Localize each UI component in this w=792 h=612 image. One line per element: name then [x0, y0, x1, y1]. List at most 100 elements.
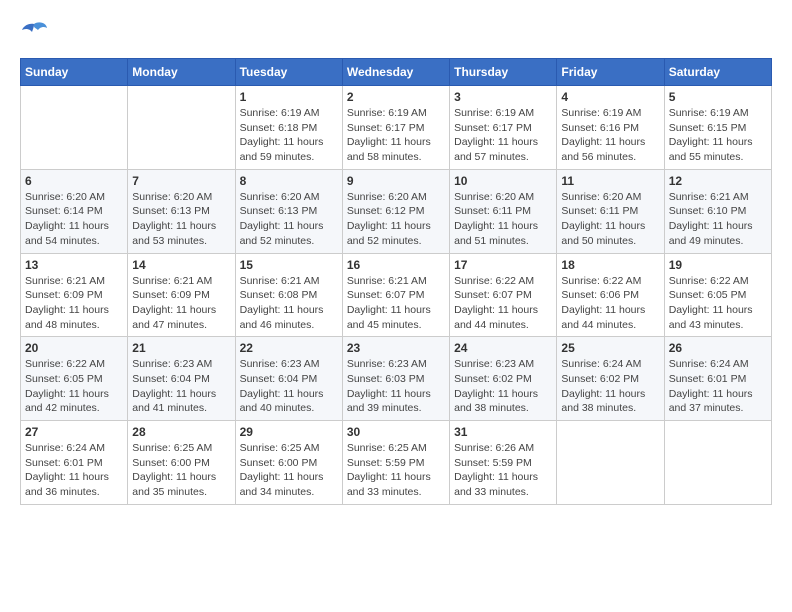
calendar-cell: 19Sunrise: 6:22 AMSunset: 6:05 PMDayligh… — [664, 253, 771, 337]
day-info: Sunrise: 6:25 AMSunset: 6:00 PMDaylight:… — [132, 441, 230, 500]
day-number: 16 — [347, 258, 445, 272]
calendar-cell: 30 Sunrise: 6:25 AMSunset: 5:59 PMDayligh… — [342, 421, 449, 505]
weekday-header: Thursday — [450, 59, 557, 86]
day-number: 27 — [25, 425, 123, 439]
day-info: Sunrise: 6:19 AMSunset: 6:15 PMDaylight:… — [669, 106, 767, 165]
calendar-table: SundayMondayTuesdayWednesdayThursdayFrid… — [20, 58, 772, 505]
calendar-cell: 11 Sunrise: 6:20 AMSunset: 6:11 PMDayligh… — [557, 169, 664, 253]
calendar-cell: 7 Sunrise: 6:20 AMSunset: 6:13 PMDaylight… — [128, 169, 235, 253]
calendar-week-row: 6 Sunrise: 6:20 AMSunset: 6:14 PMDaylight… — [21, 169, 772, 253]
day-info: Sunrise: 6:26 AMSunset: 5:59 PMDaylight:… — [454, 441, 552, 500]
weekday-header: Wednesday — [342, 59, 449, 86]
calendar-cell: 26Sunrise: 6:24 AMSunset: 6:01 PMDayligh… — [664, 337, 771, 421]
calendar-cell: 22 Sunrise: 6:23 AMSunset: 6:04 PMDayligh… — [235, 337, 342, 421]
day-info: Sunrise: 6:23 AMSunset: 6:02 PMDaylight:… — [454, 357, 552, 416]
calendar-header-row: SundayMondayTuesdayWednesdayThursdayFrid… — [21, 59, 772, 86]
calendar-cell: 24 Sunrise: 6:23 AMSunset: 6:02 PMDayligh… — [450, 337, 557, 421]
page-header — [20, 20, 772, 42]
calendar-cell: 28 Sunrise: 6:25 AMSunset: 6:00 PMDayligh… — [128, 421, 235, 505]
calendar-cell — [557, 421, 664, 505]
day-number: 21 — [132, 341, 230, 355]
calendar-cell: 27 Sunrise: 6:24 AMSunset: 6:01 PMDayligh… — [21, 421, 128, 505]
day-info: Sunrise: 6:23 AMSunset: 6:03 PMDaylight:… — [347, 357, 445, 416]
calendar-cell: 8 Sunrise: 6:20 AMSunset: 6:13 PMDaylight… — [235, 169, 342, 253]
day-number: 17 — [454, 258, 552, 272]
weekday-header: Sunday — [21, 59, 128, 86]
day-info: Sunrise: 6:21 AMSunset: 6:10 PMDaylight:… — [669, 190, 767, 249]
day-number: 24 — [454, 341, 552, 355]
day-number: 5 — [669, 90, 767, 104]
day-info: Sunrise: 6:22 AMSunset: 6:05 PMDaylight:… — [25, 357, 123, 416]
logo — [20, 20, 52, 42]
day-info: Sunrise: 6:24 AMSunset: 6:01 PMDaylight:… — [25, 441, 123, 500]
day-number: 11 — [561, 174, 659, 188]
day-info: Sunrise: 6:20 AMSunset: 6:13 PMDaylight:… — [132, 190, 230, 249]
day-info: Sunrise: 6:21 AMSunset: 6:09 PMDaylight:… — [25, 274, 123, 333]
day-info: Sunrise: 6:24 AMSunset: 6:01 PMDaylight:… — [669, 357, 767, 416]
day-number: 20 — [25, 341, 123, 355]
day-number: 2 — [347, 90, 445, 104]
calendar-cell: 14Sunrise: 6:21 AMSunset: 6:09 PMDayligh… — [128, 253, 235, 337]
calendar-cell: 25Sunrise: 6:24 AMSunset: 6:02 PMDayligh… — [557, 337, 664, 421]
day-number: 28 — [132, 425, 230, 439]
day-number: 10 — [454, 174, 552, 188]
day-info: Sunrise: 6:20 AMSunset: 6:14 PMDaylight:… — [25, 190, 123, 249]
day-number: 13 — [25, 258, 123, 272]
day-number: 31 — [454, 425, 552, 439]
day-info: Sunrise: 6:25 AMSunset: 6:00 PMDaylight:… — [240, 441, 338, 500]
weekday-header: Tuesday — [235, 59, 342, 86]
day-info: Sunrise: 6:20 AMSunset: 6:13 PMDaylight:… — [240, 190, 338, 249]
day-number: 8 — [240, 174, 338, 188]
day-info: Sunrise: 6:19 AMSunset: 6:16 PMDaylight:… — [561, 106, 659, 165]
calendar-cell: 2 Sunrise: 6:19 AMSunset: 6:17 PMDaylight… — [342, 86, 449, 170]
calendar-cell: 29 Sunrise: 6:25 AMSunset: 6:00 PMDayligh… — [235, 421, 342, 505]
day-number: 9 — [347, 174, 445, 188]
calendar-cell: 16 Sunrise: 6:21 AMSunset: 6:07 PMDayligh… — [342, 253, 449, 337]
day-info: Sunrise: 6:21 AMSunset: 6:09 PMDaylight:… — [132, 274, 230, 333]
logo-bird-icon — [20, 20, 48, 42]
day-info: Sunrise: 6:25 AMSunset: 5:59 PMDaylight:… — [347, 441, 445, 500]
calendar-cell: 6 Sunrise: 6:20 AMSunset: 6:14 PMDaylight… — [21, 169, 128, 253]
calendar-cell — [21, 86, 128, 170]
calendar-week-row: 13 Sunrise: 6:21 AMSunset: 6:09 PMDayligh… — [21, 253, 772, 337]
day-info: Sunrise: 6:21 AMSunset: 6:07 PMDaylight:… — [347, 274, 445, 333]
calendar-cell: 10 Sunrise: 6:20 AMSunset: 6:11 PMDayligh… — [450, 169, 557, 253]
day-number: 7 — [132, 174, 230, 188]
calendar-cell: 21 Sunrise: 6:23 AMSunset: 6:04 PMDayligh… — [128, 337, 235, 421]
calendar-cell: 12 Sunrise: 6:21 AMSunset: 6:10 PMDayligh… — [664, 169, 771, 253]
calendar-cell: 13 Sunrise: 6:21 AMSunset: 6:09 PMDayligh… — [21, 253, 128, 337]
day-number: 19 — [669, 258, 767, 272]
day-info: Sunrise: 6:21 AMSunset: 6:08 PMDaylight:… — [240, 274, 338, 333]
calendar-cell: 18 Sunrise: 6:22 AMSunset: 6:06 PMDayligh… — [557, 253, 664, 337]
calendar-week-row: 20 Sunrise: 6:22 AMSunset: 6:05 PMDayligh… — [21, 337, 772, 421]
calendar-cell: 1Sunrise: 6:19 AMSunset: 6:18 PMDaylight… — [235, 86, 342, 170]
day-info: Sunrise: 6:19 AMSunset: 6:18 PMDaylight:… — [240, 106, 338, 165]
day-info: Sunrise: 6:23 AMSunset: 6:04 PMDaylight:… — [132, 357, 230, 416]
calendar-cell: 5 Sunrise: 6:19 AMSunset: 6:15 PMDaylight… — [664, 86, 771, 170]
calendar-cell: 15Sunrise: 6:21 AMSunset: 6:08 PMDayligh… — [235, 253, 342, 337]
day-number: 29 — [240, 425, 338, 439]
day-number: 4 — [561, 90, 659, 104]
day-number: 30 — [347, 425, 445, 439]
calendar-cell: 4 Sunrise: 6:19 AMSunset: 6:16 PMDaylight… — [557, 86, 664, 170]
day-number: 25 — [561, 341, 659, 355]
day-number: 6 — [25, 174, 123, 188]
calendar-cell: 17 Sunrise: 6:22 AMSunset: 6:07 PMDayligh… — [450, 253, 557, 337]
calendar-cell: 31 Sunrise: 6:26 AMSunset: 5:59 PMDayligh… — [450, 421, 557, 505]
day-info: Sunrise: 6:20 AMSunset: 6:11 PMDaylight:… — [454, 190, 552, 249]
day-number: 12 — [669, 174, 767, 188]
day-info: Sunrise: 6:19 AMSunset: 6:17 PMDaylight:… — [347, 106, 445, 165]
day-info: Sunrise: 6:22 AMSunset: 6:06 PMDaylight:… — [561, 274, 659, 333]
day-number: 22 — [240, 341, 338, 355]
weekday-header: Monday — [128, 59, 235, 86]
day-number: 18 — [561, 258, 659, 272]
calendar-cell — [664, 421, 771, 505]
calendar-cell: 3Sunrise: 6:19 AMSunset: 6:17 PMDaylight… — [450, 86, 557, 170]
calendar-cell — [128, 86, 235, 170]
day-info: Sunrise: 6:20 AMSunset: 6:11 PMDaylight:… — [561, 190, 659, 249]
day-number: 3 — [454, 90, 552, 104]
weekday-header: Saturday — [664, 59, 771, 86]
calendar-cell: 20 Sunrise: 6:22 AMSunset: 6:05 PMDayligh… — [21, 337, 128, 421]
day-info: Sunrise: 6:23 AMSunset: 6:04 PMDaylight:… — [240, 357, 338, 416]
day-info: Sunrise: 6:22 AMSunset: 6:07 PMDaylight:… — [454, 274, 552, 333]
